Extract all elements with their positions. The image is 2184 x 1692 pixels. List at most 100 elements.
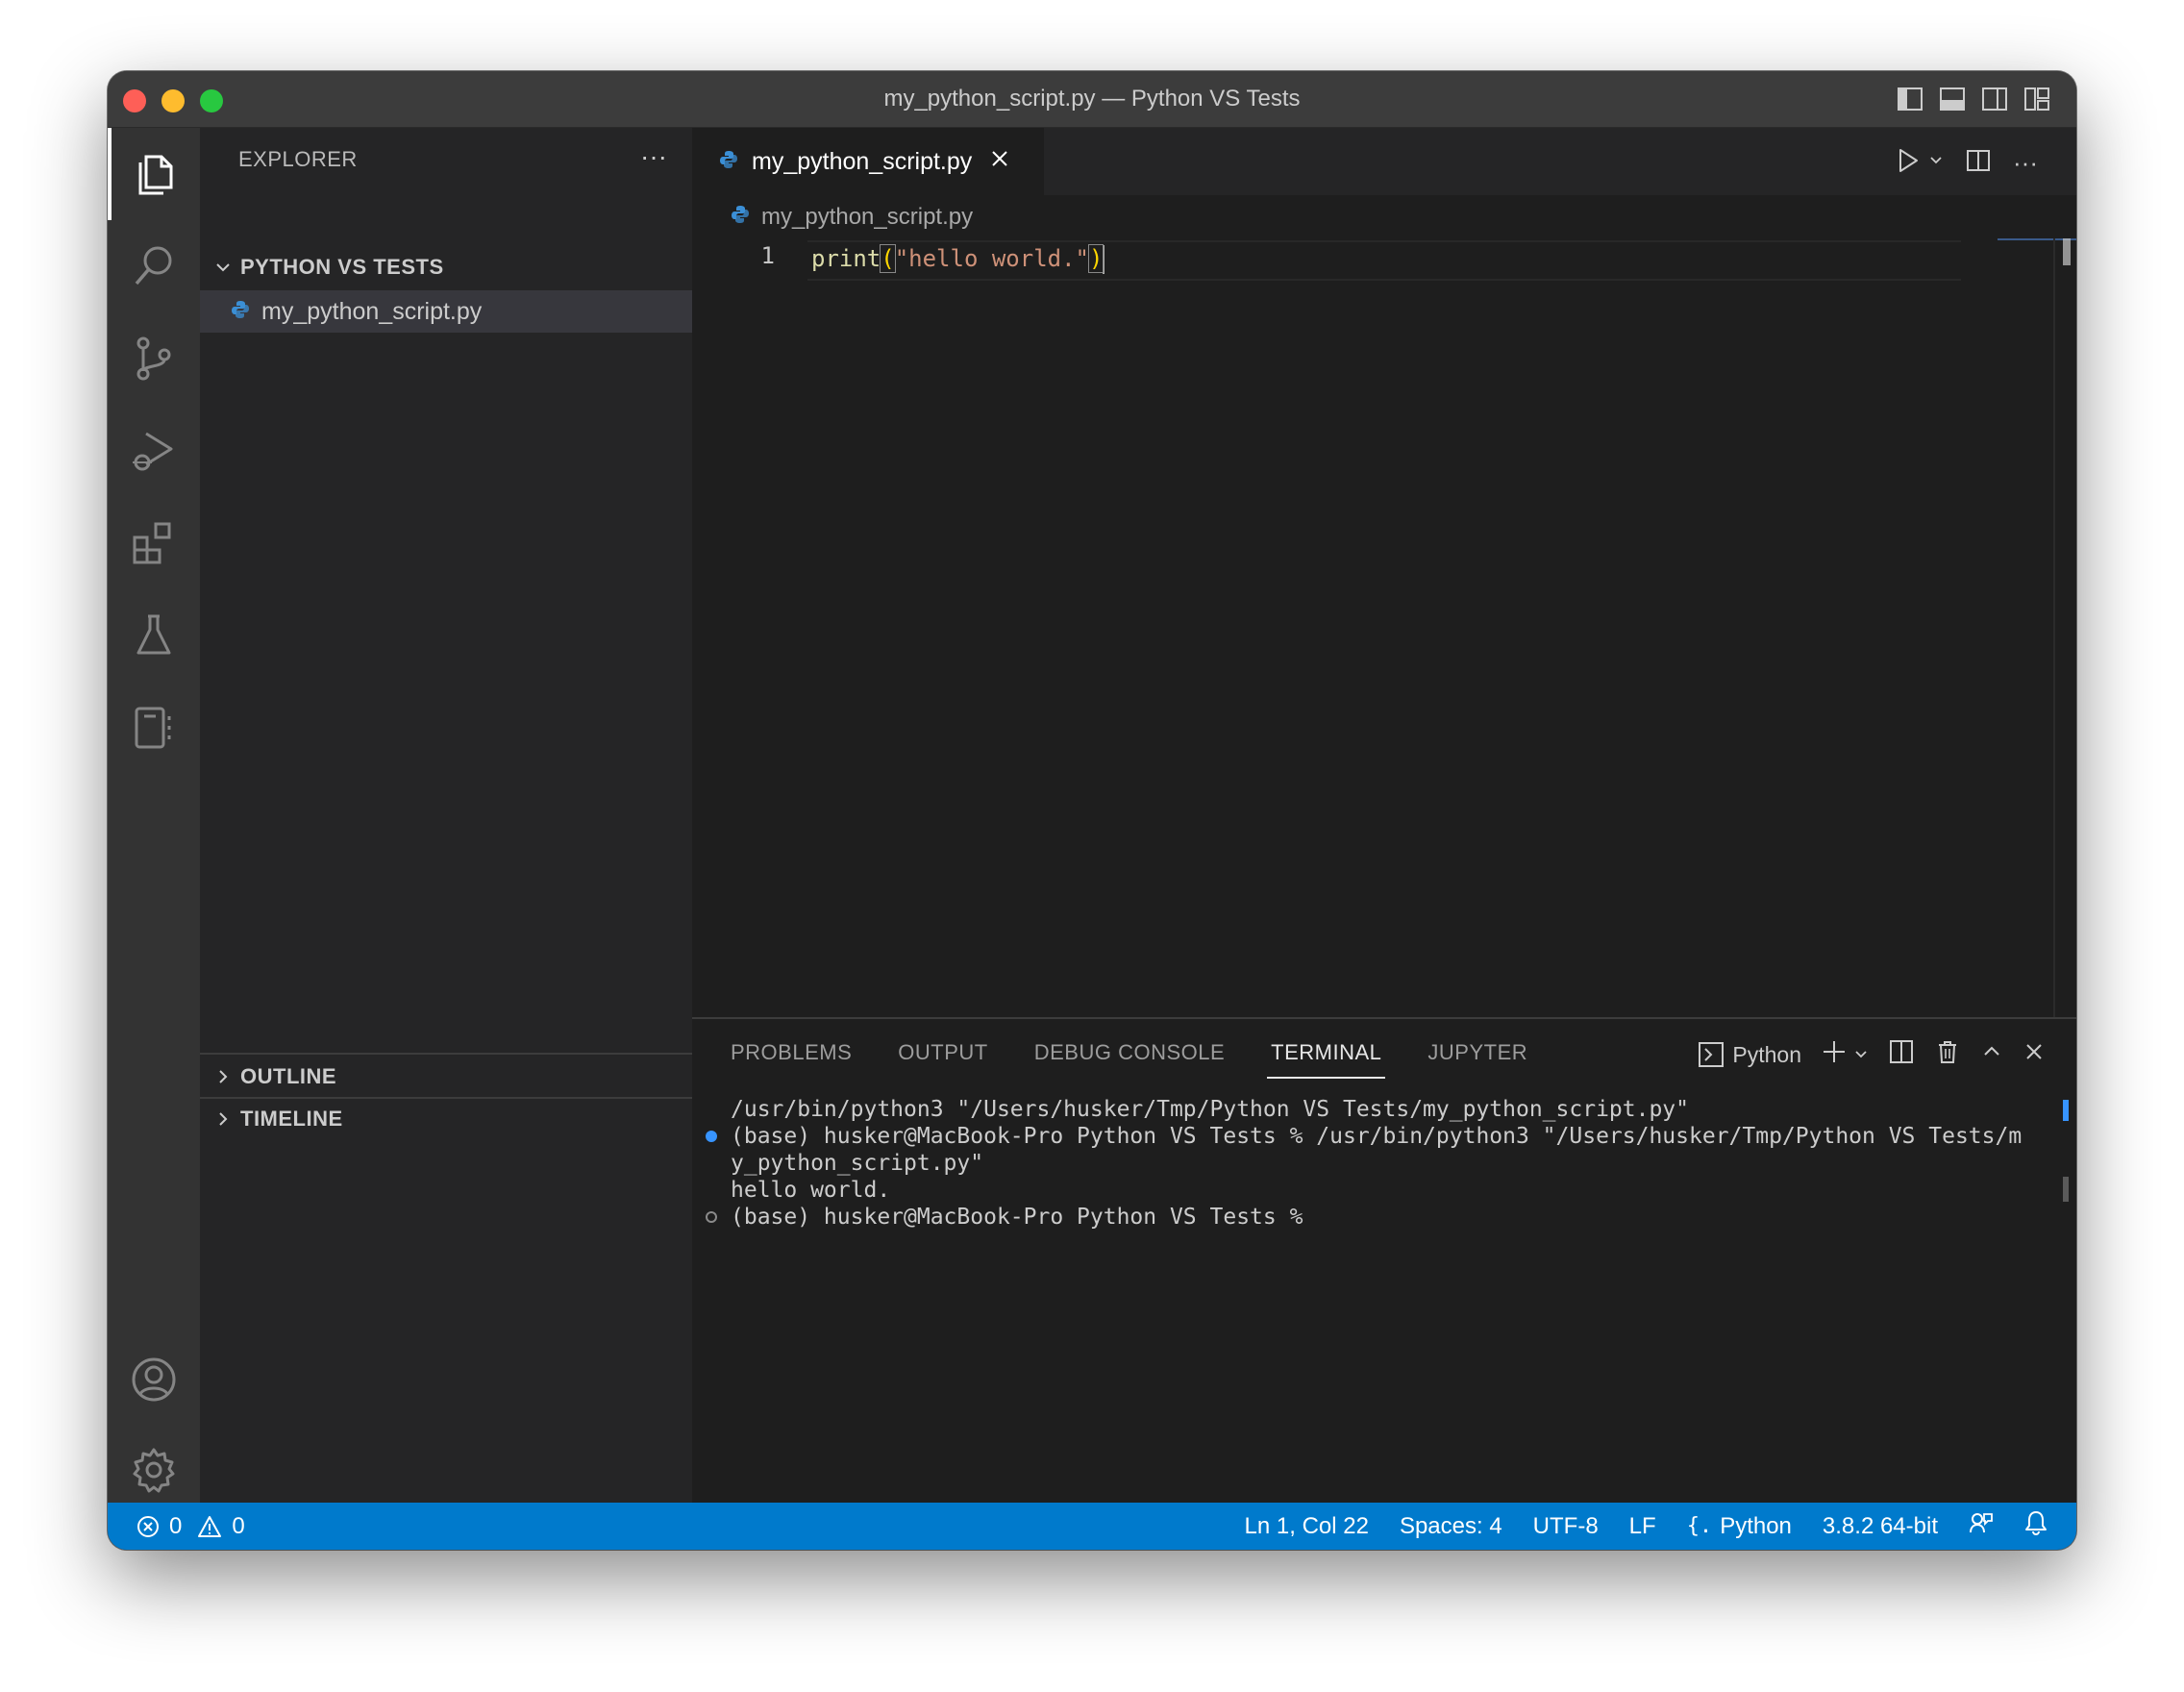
text-cursor bbox=[1103, 245, 1105, 274]
python-file-icon bbox=[731, 204, 750, 231]
breadcrumb[interactable]: my_python_script.py bbox=[692, 196, 2076, 238]
terminal-line: /usr/bin/python3 "/Users/husker/Tmp/Pyth… bbox=[731, 1097, 1689, 1122]
run-options-chevron-down-icon[interactable] bbox=[1928, 153, 1944, 173]
end-of-line[interactable]: LF bbox=[1629, 1513, 1656, 1540]
python-interpreter[interactable]: 3.8.2 64-bit bbox=[1823, 1513, 1938, 1540]
extensions-icon bbox=[133, 522, 171, 564]
notifications-bell-icon[interactable] bbox=[2024, 1510, 2048, 1542]
command-success-decoration-icon[interactable] bbox=[706, 1131, 717, 1142]
sidebar-divider bbox=[200, 1053, 692, 1055]
outline-label: OUTLINE bbox=[240, 1064, 337, 1088]
customize-layout-icon[interactable] bbox=[2023, 85, 2051, 113]
language-label: Python bbox=[1720, 1512, 1792, 1539]
more-actions-icon[interactable]: ··· bbox=[2013, 148, 2038, 178]
account-icon bbox=[132, 1357, 176, 1402]
tab-debug-console[interactable]: DEBUG CONSOLE bbox=[1034, 1019, 1225, 1086]
cursor-position[interactable]: Ln 1, Col 22 bbox=[1245, 1513, 1369, 1540]
terminal-options-chevron-down-icon[interactable] bbox=[1853, 1042, 1869, 1068]
tab-jupyter[interactable]: JUPYTER bbox=[1427, 1019, 1527, 1086]
activity-testing[interactable] bbox=[108, 589, 200, 682]
activity-explorer[interactable] bbox=[108, 128, 200, 220]
close-tab-icon[interactable] bbox=[989, 148, 1010, 176]
status-right: Ln 1, Col 22 Spaces: 4 UTF-8 LF {. Pytho… bbox=[1245, 1503, 2048, 1550]
file-item[interactable]: my_python_script.py bbox=[200, 290, 692, 333]
editor-actions: ··· bbox=[1896, 147, 2038, 179]
editor-tab-bar: my_python_script.py ··· bbox=[692, 128, 2076, 195]
outline-section-header[interactable]: OUTLINE bbox=[200, 1057, 692, 1097]
encoding[interactable]: UTF-8 bbox=[1533, 1513, 1599, 1540]
problems-status[interactable]: 0 0 bbox=[136, 1503, 245, 1550]
warning-icon bbox=[198, 1515, 222, 1537]
source-control-icon bbox=[136, 336, 171, 381]
editor-scrollbar-track[interactable] bbox=[2053, 238, 2055, 1017]
python-file-icon bbox=[719, 148, 738, 176]
bottom-panel: PROBLEMS OUTPUT DEBUG CONSOLE TERMINAL J… bbox=[692, 1017, 2076, 1505]
command-pending-decoration-icon[interactable] bbox=[706, 1211, 717, 1223]
search-icon bbox=[135, 246, 172, 286]
title-bar: my_python_script.py — Python VS Tests bbox=[108, 71, 2076, 128]
timeline-label: TIMELINE bbox=[240, 1107, 343, 1131]
close-panel-icon[interactable] bbox=[2023, 1040, 2046, 1069]
folder-section-header[interactable]: PYTHON VS TESTS bbox=[200, 247, 692, 287]
explorer-sidebar: EXPLORER ··· PYTHON VS TESTS my_python_s… bbox=[200, 128, 692, 1503]
run-python-file-icon[interactable] bbox=[1896, 147, 1921, 179]
indentation[interactable]: Spaces: 4 bbox=[1400, 1513, 1502, 1540]
notebook-icon bbox=[135, 707, 171, 749]
code-token-string: "hello world." bbox=[894, 245, 1089, 272]
settings-gear-icon bbox=[133, 1448, 175, 1493]
split-editor-icon[interactable] bbox=[1965, 147, 1992, 179]
terminal-scrollbar-marker[interactable] bbox=[2063, 1177, 2069, 1202]
timeline-section-header[interactable]: TIMELINE bbox=[200, 1099, 692, 1139]
activity-search[interactable] bbox=[108, 220, 200, 312]
language-mode[interactable]: {. Python bbox=[1687, 1513, 1792, 1540]
code-line[interactable]: print("hello world.") bbox=[811, 242, 1105, 275]
terminal-line: (base) husker@MacBook-Pro Python VS Test… bbox=[731, 1124, 2023, 1149]
run-debug-icon bbox=[133, 432, 173, 471]
activity-notebook[interactable] bbox=[108, 682, 200, 774]
tab-output[interactable]: OUTPUT bbox=[898, 1019, 987, 1086]
chevron-right-icon bbox=[206, 1109, 240, 1129]
editor-tab[interactable]: my_python_script.py bbox=[692, 128, 1044, 195]
terminal-scrollbar-marker[interactable] bbox=[2063, 1100, 2069, 1121]
layout-controls bbox=[1896, 85, 2051, 113]
activity-accounts[interactable] bbox=[108, 1333, 200, 1426]
editor-scrollbar-thumb[interactable] bbox=[2063, 238, 2071, 265]
file-name: my_python_script.py bbox=[261, 297, 483, 325]
window-title: my_python_script.py — Python VS Tests bbox=[883, 86, 1301, 112]
terminal-profile-selector[interactable]: Python bbox=[1698, 1041, 1801, 1068]
maximize-panel-chevron-up-icon[interactable] bbox=[1980, 1040, 2003, 1069]
error-icon bbox=[137, 1515, 159, 1537]
tab-terminal[interactable]: TERMINAL bbox=[1267, 1019, 1386, 1086]
code-token-close-paren: ) bbox=[1087, 244, 1104, 273]
toggle-primary-sidebar-icon[interactable] bbox=[1896, 85, 1924, 113]
activity-source-control[interactable] bbox=[108, 312, 200, 405]
toggle-secondary-sidebar-icon[interactable] bbox=[1980, 85, 2009, 113]
toggle-panel-icon[interactable] bbox=[1938, 85, 1967, 113]
panel-tabs: PROBLEMS OUTPUT DEBUG CONSOLE TERMINAL J… bbox=[731, 1019, 1527, 1086]
terminal-profile-label: Python bbox=[1732, 1041, 1801, 1067]
code-token-function: print bbox=[811, 245, 881, 272]
tab-label: my_python_script.py bbox=[752, 147, 973, 175]
code-editor[interactable]: 1 print("hello world.") bbox=[692, 238, 2076, 1017]
panel-actions: Python bbox=[1698, 1038, 2046, 1071]
tab-problems[interactable]: PROBLEMS bbox=[731, 1019, 852, 1086]
explorer-more-actions-icon[interactable]: ··· bbox=[640, 141, 667, 172]
new-terminal-plus-icon[interactable] bbox=[1821, 1038, 1848, 1071]
braces-icon: {. bbox=[1686, 1514, 1713, 1538]
testing-icon bbox=[136, 614, 171, 655]
explorer-title: EXPLORER bbox=[238, 147, 358, 171]
activity-extensions[interactable] bbox=[108, 497, 200, 589]
chevron-right-icon bbox=[206, 1067, 240, 1086]
warning-count: 0 bbox=[232, 1512, 245, 1539]
activity-run-debug[interactable] bbox=[108, 405, 200, 497]
kill-terminal-trash-icon[interactable] bbox=[1934, 1038, 1961, 1071]
feedback-icon[interactable] bbox=[1969, 1510, 1994, 1542]
status-bar: 0 0 Ln 1, Col 22 Spaces: 4 UTF-8 LF {. P… bbox=[108, 1503, 2076, 1550]
terminal-line: hello world. bbox=[731, 1178, 891, 1203]
files-icon bbox=[138, 155, 173, 195]
split-terminal-icon[interactable] bbox=[1888, 1038, 1915, 1071]
folder-name: PYTHON VS TESTS bbox=[240, 255, 444, 279]
activity-bar bbox=[108, 128, 200, 1503]
code-token-open-paren: ( bbox=[880, 244, 896, 273]
error-count: 0 bbox=[169, 1512, 183, 1539]
